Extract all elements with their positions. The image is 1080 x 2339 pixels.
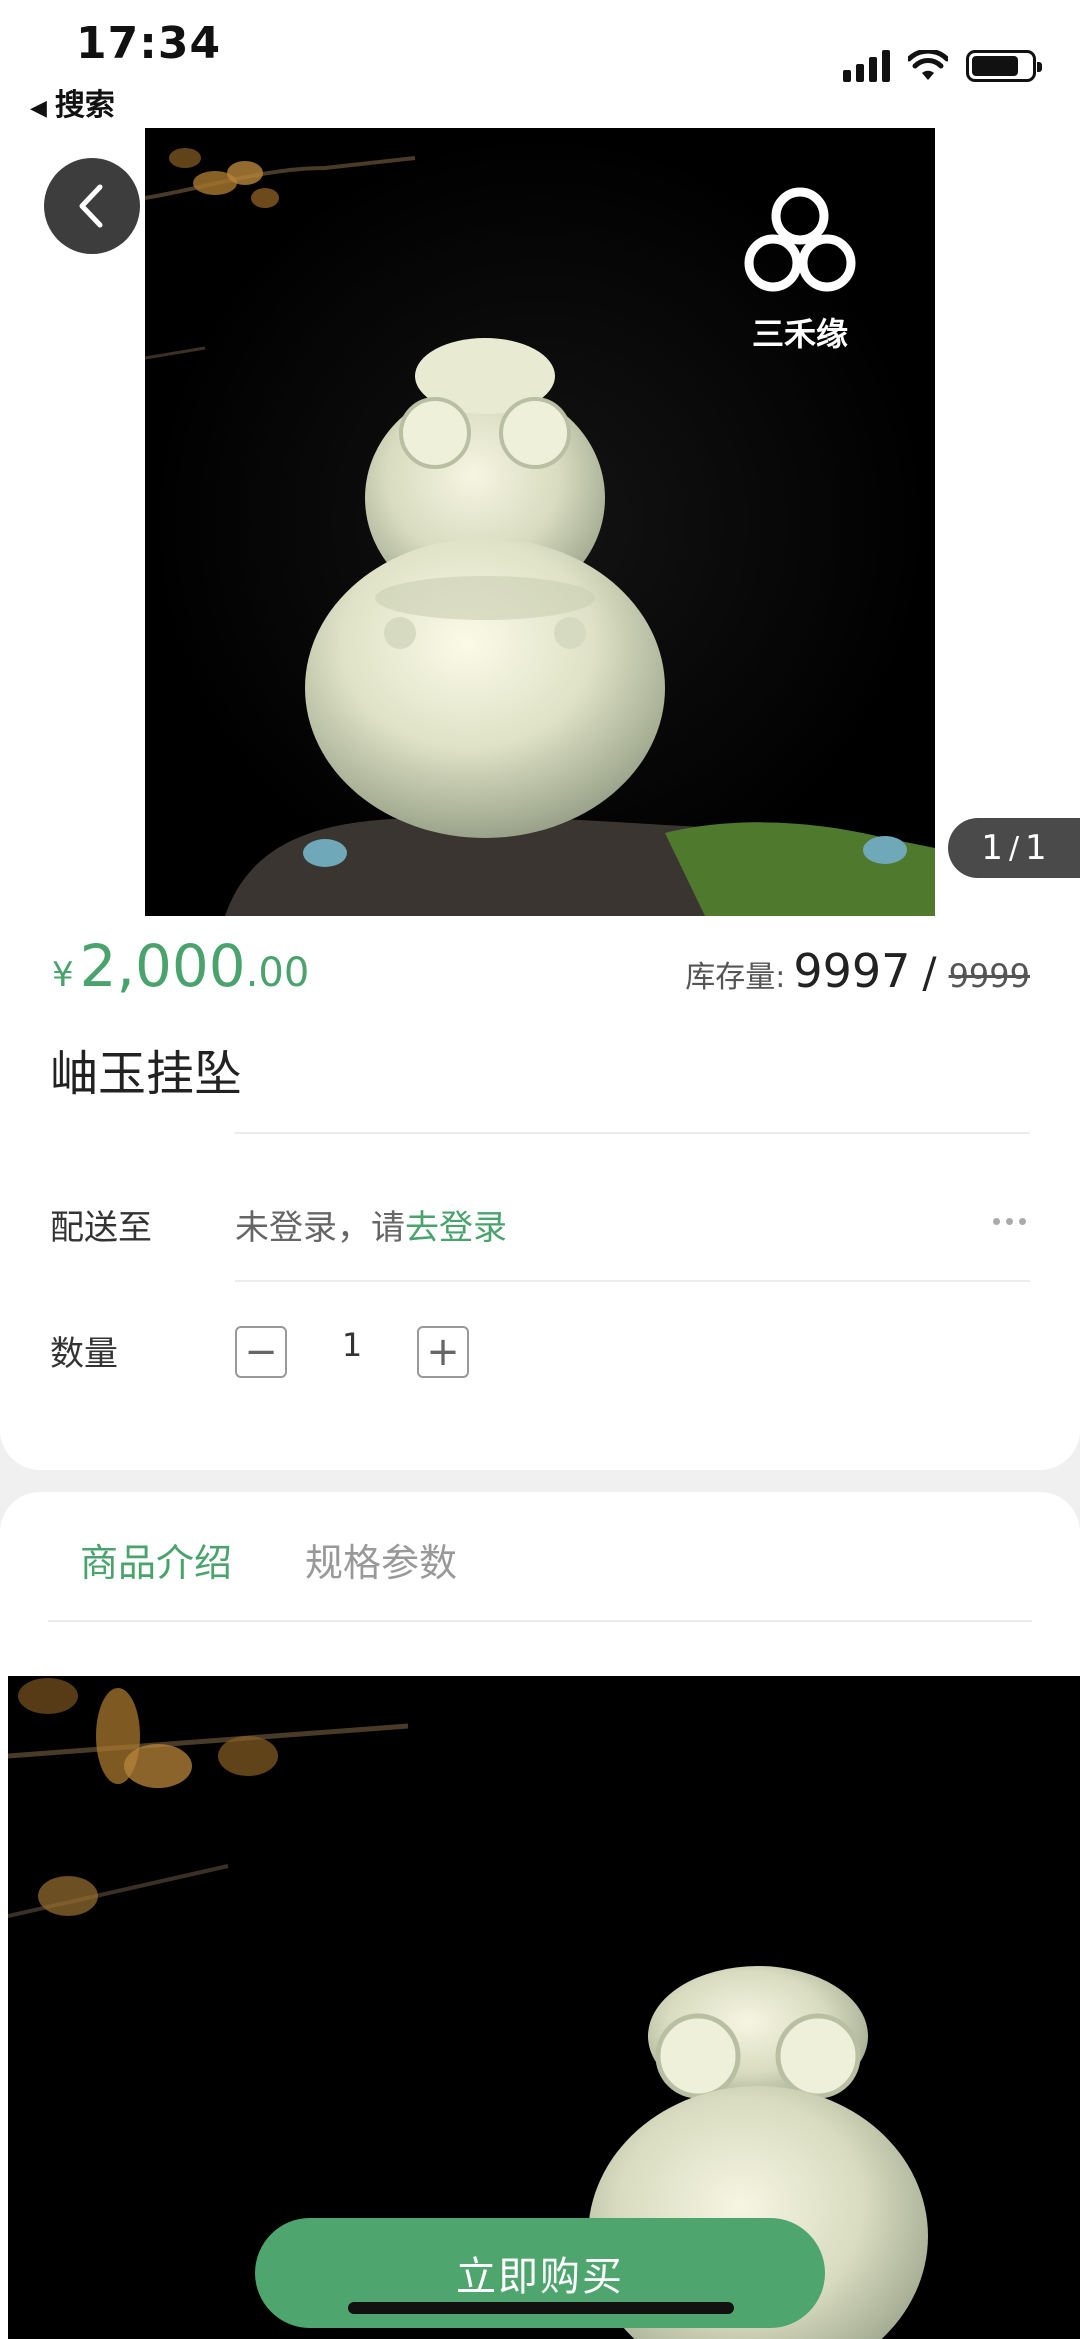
delivery-label: 配送至 <box>50 1208 152 1248</box>
total-pages: 1 <box>1025 828 1047 868</box>
status-bar: 17:34 ◀ 搜索 <box>0 0 1080 128</box>
chevron-left-icon <box>79 184 103 228</box>
product-detail-card: 商品介绍 规格参数 <box>0 1492 1080 2339</box>
cellular-signal-icon <box>843 50 890 82</box>
more-options-icon[interactable] <box>993 1218 1026 1225</box>
quantity-increase-button[interactable]: + <box>417 1326 469 1378</box>
tab-divider <box>48 1620 1032 1622</box>
stock-value: 9997 <box>793 944 911 998</box>
product-price: ¥ 2,000 .00 <box>52 932 309 1000</box>
delivery-status: 未登录，请去登录 <box>235 1200 507 1249</box>
product-info-card: ¥ 2,000 .00 库存量: 9997 / 9999 岫玉挂坠 配送至 未登… <box>0 916 1080 1470</box>
back-to-app-link[interactable]: ◀ 搜索 <box>30 80 115 124</box>
stock-info: 库存量: 9997 / 9999 <box>685 944 1030 998</box>
current-page: 1 <box>981 828 1003 868</box>
image-page-indicator: 1 / 1 <box>948 818 1080 878</box>
jade-gourd-pendant-image: 三禾缘 <box>145 148 935 916</box>
home-indicator[interactable] <box>348 2302 734 2314</box>
stock-label: 库存量: <box>685 960 786 995</box>
back-button[interactable] <box>44 158 140 254</box>
wifi-icon <box>908 50 948 80</box>
status-icons <box>843 46 1042 86</box>
divider <box>235 1132 1030 1134</box>
login-link[interactable]: 去登录 <box>405 1208 507 1248</box>
quantity-decrease-button[interactable]: − <box>235 1326 287 1378</box>
price-integer: 2,000 <box>79 932 246 1000</box>
page-separator: / <box>1008 830 1020 866</box>
price-decimal: .00 <box>245 950 310 996</box>
tab-specifications[interactable]: 规格参数 <box>305 1532 457 1587</box>
product-photo[interactable]: 三禾缘 <box>145 128 935 916</box>
back-to-app-label: 搜索 <box>54 88 115 123</box>
product-title: 岫玉挂坠 <box>50 1046 243 1102</box>
status-time: 17:34 <box>76 18 222 69</box>
battery-icon <box>966 50 1042 82</box>
brand-logo: 三禾缘 <box>744 187 856 353</box>
product-gallery[interactable]: 三禾缘 1 / 1 <box>0 128 1080 916</box>
stock-separator: / <box>922 948 937 997</box>
quantity-value[interactable]: 1 <box>330 1326 374 1364</box>
currency-symbol: ¥ <box>52 955 74 995</box>
divider <box>235 1280 1030 1282</box>
back-triangle-icon: ◀ <box>30 96 47 121</box>
quantity-label: 数量 <box>50 1334 118 1374</box>
delivery-status-text: 未登录，请 <box>235 1208 405 1248</box>
brand-logo-text: 三禾缘 <box>752 315 848 353</box>
stock-original: 9999 <box>948 957 1030 995</box>
tab-product-intro[interactable]: 商品介绍 <box>80 1532 232 1587</box>
